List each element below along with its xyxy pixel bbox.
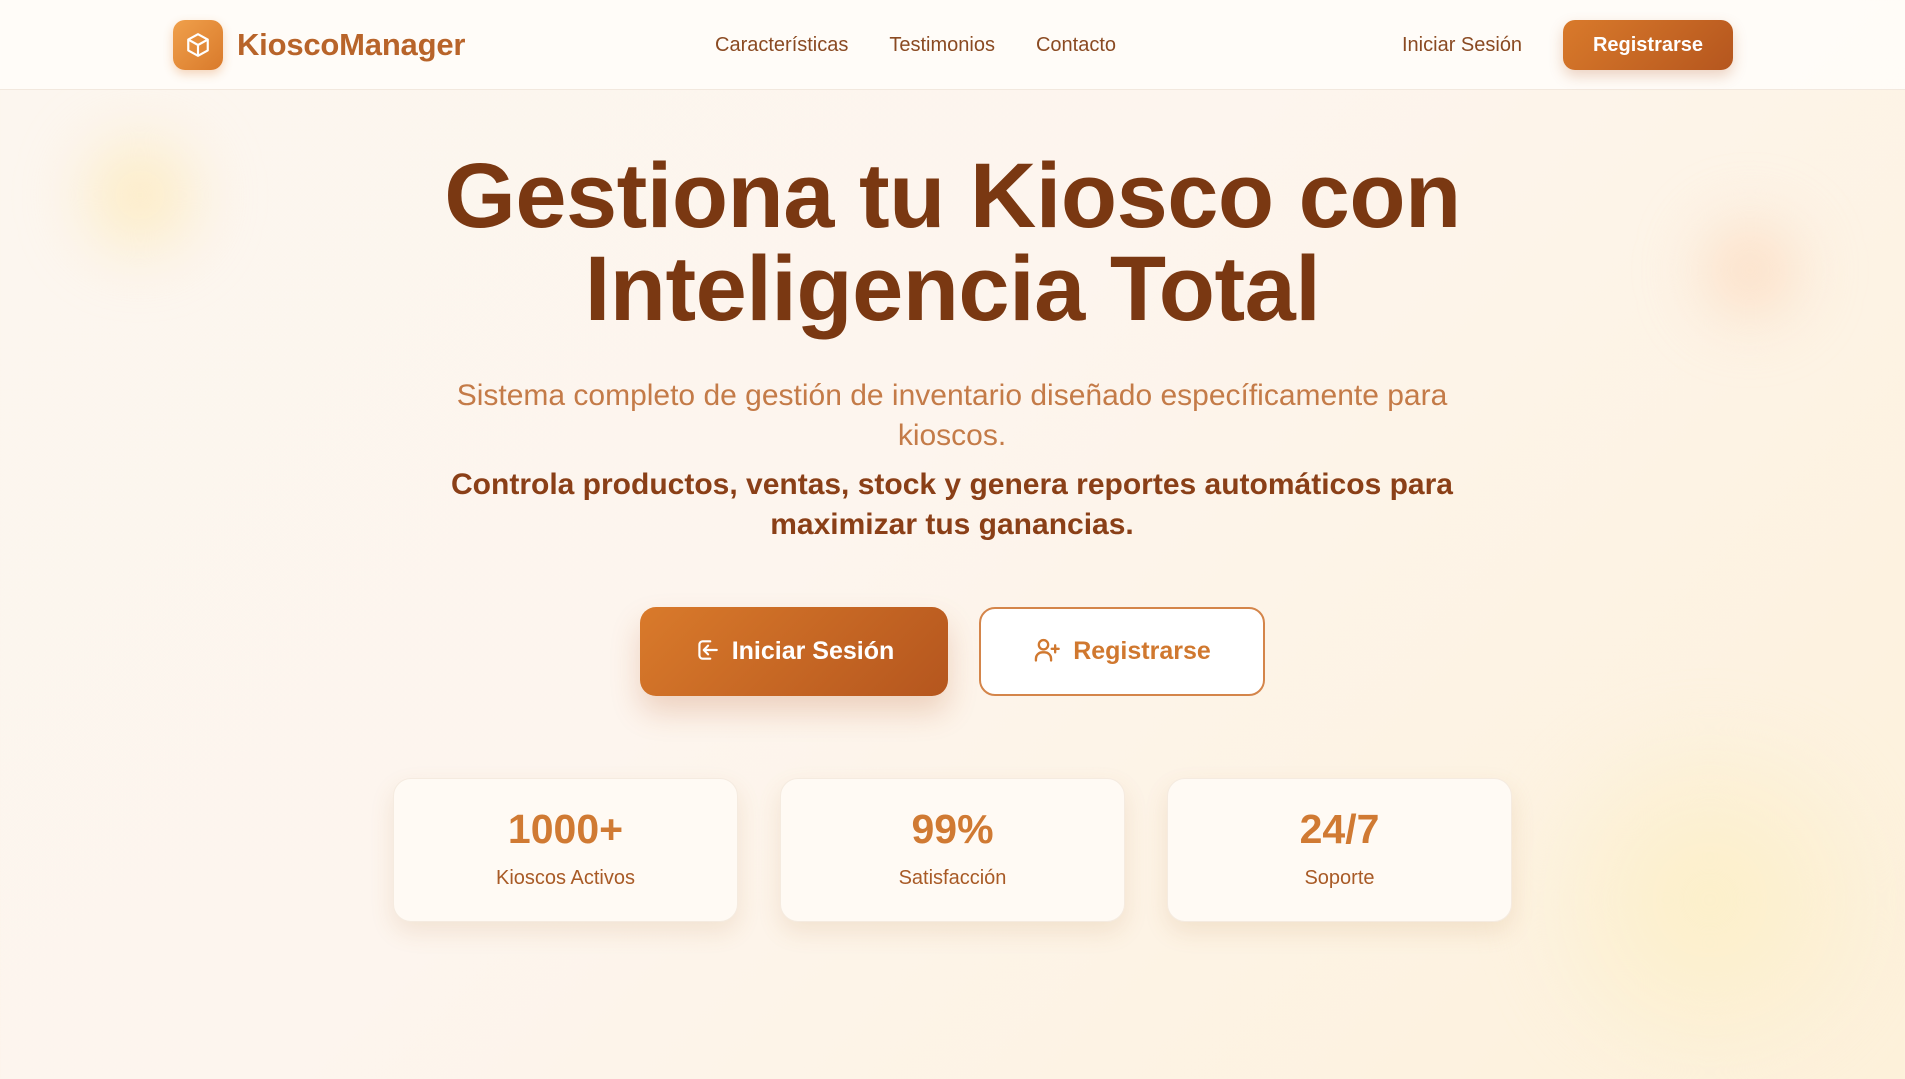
register-button[interactable]: Registrarse bbox=[979, 607, 1265, 696]
hero-title: Gestiona tu Kiosco con Inteligencia Tota… bbox=[0, 150, 1905, 336]
stat-value: 1000+ bbox=[507, 806, 624, 852]
nav-register-button[interactable]: Registrarse bbox=[1563, 20, 1733, 70]
register-button-label: Registrarse bbox=[1073, 637, 1211, 665]
stat-card-satisfaccion: 99% Satisfacción bbox=[780, 778, 1125, 922]
navbar: KioscoManager Características Testimonio… bbox=[0, 0, 1905, 90]
stat-label: Soporte bbox=[1304, 867, 1375, 889]
nav-login-link[interactable]: Iniciar Sesión bbox=[1402, 30, 1522, 60]
stat-value: 24/7 bbox=[1299, 806, 1380, 852]
user-plus-icon bbox=[1033, 636, 1061, 667]
nav-link-contacto[interactable]: Contacto bbox=[1036, 30, 1116, 60]
nav-links: Características Testimonios Contacto bbox=[715, 30, 1157, 60]
stat-card-soporte: 24/7 Soporte bbox=[1167, 778, 1512, 922]
decorative-blob bbox=[1500, 720, 1905, 1079]
login-button-label: Iniciar Sesión bbox=[731, 637, 895, 665]
brand-name: KioscoManager bbox=[237, 27, 466, 62]
stat-card-kioscos: 1000+ Kioscos Activos bbox=[393, 778, 738, 922]
brand[interactable]: KioscoManager bbox=[173, 20, 465, 70]
nav-link-testimonios[interactable]: Testimonios bbox=[889, 30, 995, 60]
hero-title-line1: Gestiona tu Kiosco con bbox=[444, 145, 1461, 247]
stat-label: Kioscos Activos bbox=[496, 867, 635, 889]
cube-icon bbox=[173, 20, 223, 70]
stat-value: 99% bbox=[911, 806, 994, 852]
login-button[interactable]: Iniciar Sesión bbox=[640, 607, 948, 696]
hero-subtitle: Sistema completo de gestión de inventari… bbox=[456, 379, 1448, 452]
hero-description: Controla productos, ventas, stock y gene… bbox=[451, 468, 1453, 541]
hero-title-line2: Inteligencia Total bbox=[584, 238, 1321, 340]
login-icon bbox=[694, 637, 720, 666]
stat-label: Satisfacción bbox=[898, 867, 1007, 889]
nav-link-caracteristicas[interactable]: Características bbox=[715, 30, 848, 60]
